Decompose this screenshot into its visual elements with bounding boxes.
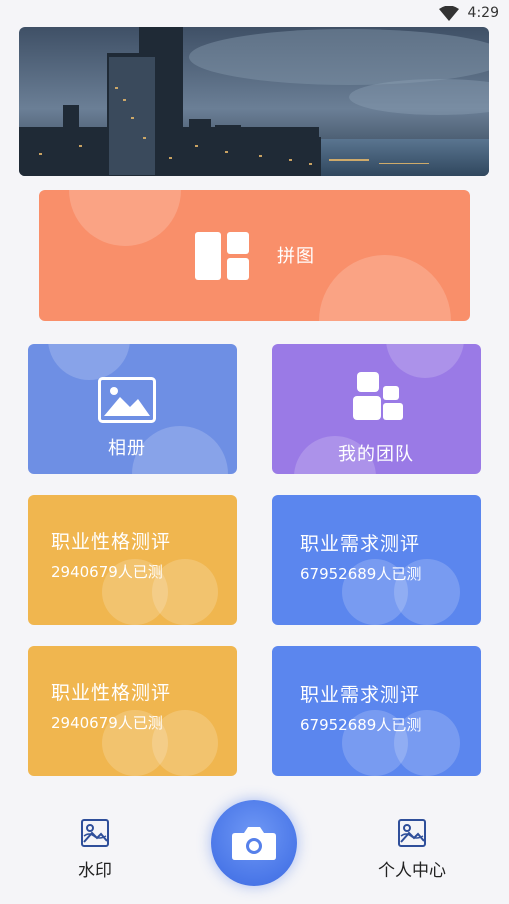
image-icon	[98, 377, 156, 423]
test-count: 67952689人已测	[300, 565, 422, 583]
wifi-icon	[439, 6, 459, 21]
city-skyline-banner[interactable]	[19, 27, 489, 176]
profile-icon	[398, 819, 426, 847]
album-label: 相册	[108, 438, 146, 459]
test-title: 职业需求测评	[300, 533, 421, 555]
watermark-icon	[81, 819, 109, 847]
status-time: 4:29	[467, 5, 499, 21]
puzzle-label: 拼图	[277, 246, 315, 267]
career-needs-test-card[interactable]: 职业需求测评 67952689人已测	[272, 495, 481, 625]
nav-profile-label: 个人中心	[378, 861, 446, 881]
test-title: 职业性格测评	[51, 531, 172, 553]
album-card[interactable]: 相册	[28, 344, 237, 474]
test-count: 67952689人已测	[300, 716, 422, 734]
test-title: 职业性格测评	[51, 682, 172, 704]
nav-watermark-label: 水印	[78, 861, 112, 881]
puzzle-card[interactable]: 拼图	[39, 190, 470, 321]
camera-icon	[232, 827, 276, 860]
team-icon	[353, 372, 403, 420]
test-title: 职业需求测评	[300, 684, 421, 706]
career-personality-test-card[interactable]: 职业性格测评 2940679人已测	[28, 495, 237, 625]
nav-profile[interactable]: 个人中心	[372, 818, 452, 881]
camera-button[interactable]	[211, 800, 297, 886]
nav-watermark[interactable]: 水印	[55, 818, 135, 881]
career-needs-test-card[interactable]: 职业需求测评 67952689人已测	[272, 646, 481, 776]
career-personality-test-card[interactable]: 职业性格测评 2940679人已测	[28, 646, 237, 776]
puzzle-icon	[195, 232, 249, 280]
test-count: 2940679人已测	[51, 714, 163, 732]
team-label: 我的团队	[338, 444, 414, 465]
test-count: 2940679人已测	[51, 563, 163, 581]
team-card[interactable]: 我的团队	[272, 344, 481, 474]
status-bar: 4:29	[0, 0, 509, 26]
